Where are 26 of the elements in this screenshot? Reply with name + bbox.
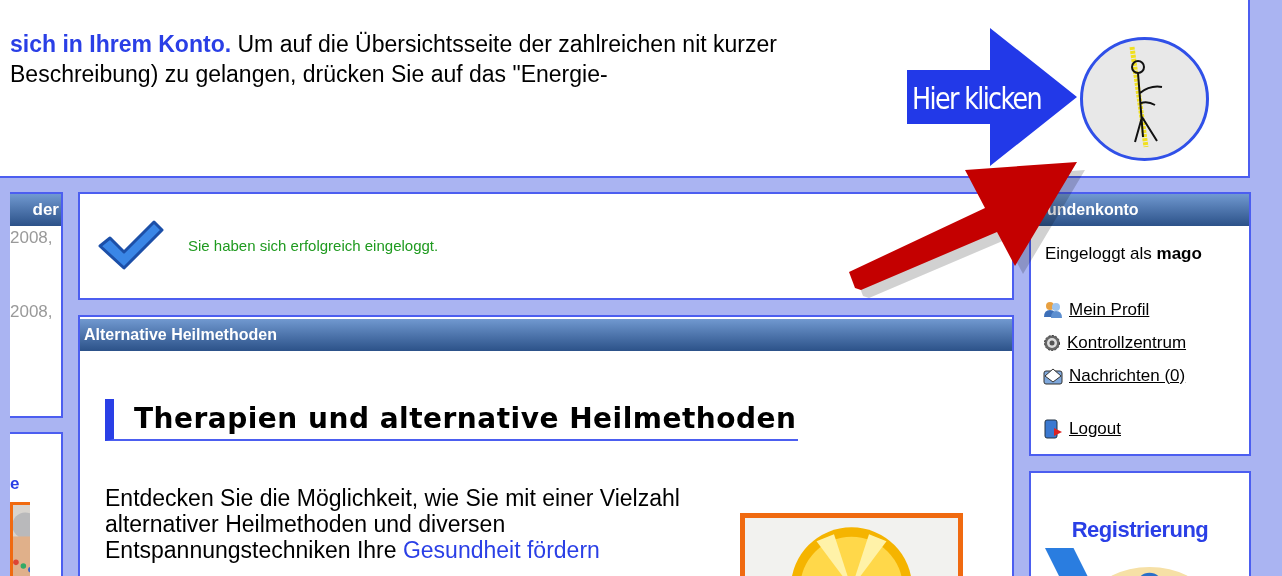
login-status: Eingeloggt als mago: [1045, 243, 1202, 265]
health-link[interactable]: Gesundheit fördern: [402, 537, 600, 563]
link-label[interactable]: Logout: [1069, 417, 1121, 440]
panel-header: der: [10, 194, 61, 226]
account-link[interactable]: Logout: [1043, 417, 1121, 440]
date-text: 2008,: [10, 302, 54, 322]
sidebar-link[interactable]: e: [10, 474, 20, 494]
stick-figure-logo[interactable]: [1080, 37, 1209, 161]
intro-paragraph: Entdecken Sie die Möglichkeit, wie Sie mit einer Vielzahl alternativer Heilmethoden und diversen Entspannungstechniken Ihre Gesundheit fördern: [105, 485, 681, 563]
date-text: 2008,: [10, 228, 54, 248]
link-label[interactable]: Nachrichten (0): [1069, 364, 1186, 387]
link-label[interactable]: Mein Profil: [1069, 298, 1150, 321]
page-heading: Therapien und alternative Heilmethoden: [105, 399, 799, 441]
account-link[interactable]: Nachrichten (0): [1043, 364, 1186, 387]
register-title[interactable]: Registrierung: [1071, 513, 1209, 546]
account-link[interactable]: Kontrollzentrum: [1043, 331, 1187, 354]
panel-header: Alternative Heilmethoden: [80, 319, 1012, 351]
door-icon: [1043, 418, 1063, 439]
gear-icon: [1043, 333, 1061, 352]
intro-paragraph: sich in Ihrem Konto. Um auf die Übersichtsseite der zahlreichen nit kurzer Beschreibung) zu gelangen, drücken Sie auf das "Energie-: [10, 30, 778, 89]
success-message: Sie haben sich erfolgreich eingeloggt.: [188, 235, 439, 256]
people-icon: [1043, 300, 1063, 319]
envelope-icon: [1043, 366, 1063, 385]
link-label[interactable]: Kontrollzentrum: [1067, 331, 1187, 354]
callout-text: Hier klicken: [912, 80, 1042, 116]
account-link[interactable]: Mein Profil: [1043, 298, 1150, 321]
